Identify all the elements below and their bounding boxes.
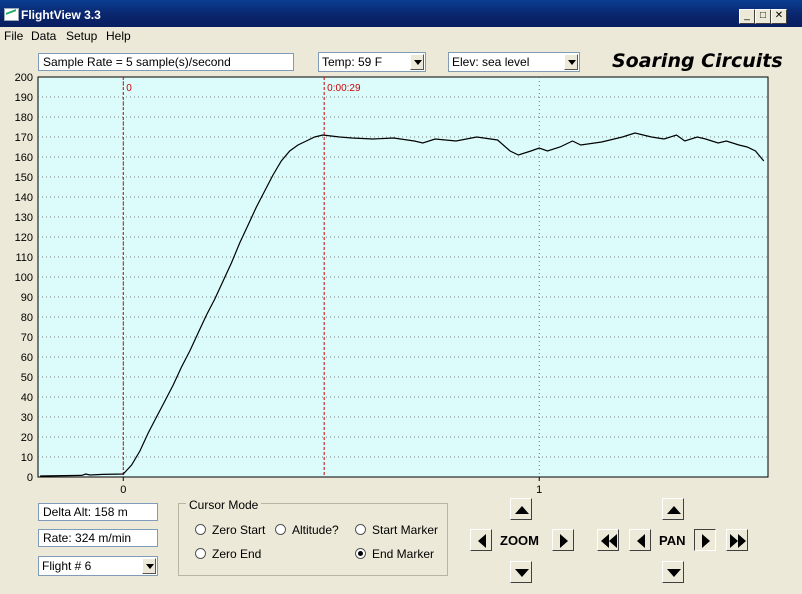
double-right-icon [730,534,746,548]
temp-value: Temp: 59 F [322,55,383,69]
altitude-chart[interactable]: 0102030405060708090100110120130140150160… [0,70,802,495]
y-tick-label: 40 [21,392,33,404]
y-tick-label: 200 [15,72,33,84]
triangle-left-icon [637,534,645,548]
triangle-down-icon [667,569,681,577]
y-tick-label: 0 [27,472,33,484]
y-tick-label: 30 [21,412,33,424]
y-tick-label: 70 [21,332,33,344]
x-tick-label: 1 [536,484,542,495]
triangle-up-icon [515,506,529,514]
triangle-right-icon [702,534,710,548]
flight-select[interactable]: Flight # 6 [38,556,158,576]
triangle-left-icon [478,534,486,548]
radio-zero-end[interactable]: Zero End [195,547,261,561]
cursor-mode-title: Cursor Mode [186,498,262,512]
y-tick-label: 190 [15,92,33,104]
temp-select[interactable]: Temp: 59 F [318,52,426,72]
y-tick-label: 140 [15,192,33,204]
zoom-left-button[interactable] [470,529,492,551]
y-tick-label: 120 [15,232,33,244]
y-tick-label: 130 [15,212,33,224]
zoom-up-button[interactable] [510,498,532,520]
zoom-label: ZOOM [500,533,539,548]
y-tick-label: 160 [15,152,33,164]
elevation-value: Elev: sea level [452,55,530,69]
radio-start-marker[interactable]: Start Marker [355,523,438,537]
brand-logo: Soaring Circuits [612,50,783,72]
y-axis-ticks: 0 10 20 30 40 50 60 70 80 90 100 110 120 130 140 150 160… [15,72,33,484]
y-tick-label: 180 [15,112,33,124]
radio-icon[interactable] [275,524,286,535]
y-tick-label: 10 [21,452,33,464]
pan-right-button[interactable] [694,529,716,551]
menu-help[interactable]: Help [106,29,131,43]
pan-left-button[interactable] [629,529,651,551]
zoom-down-button[interactable] [510,561,532,583]
menu-bar: File Data Setup Help [0,27,802,45]
radio-icon[interactable] [195,524,206,535]
radio-icon[interactable] [195,548,206,559]
rate-field: Rate: 324 m/min [38,529,158,547]
radio-end-marker[interactable]: End Marker [355,547,434,561]
radio-zero-start[interactable]: Zero Start [195,523,265,537]
chevron-down-icon[interactable] [142,558,156,574]
radio-label: Zero End [212,547,262,561]
x-tick-label: 0 [120,484,126,495]
y-tick-label: 50 [21,372,33,384]
end-marker-label: 0:00:29 [327,83,361,94]
radio-label: Altitude? [292,523,339,537]
menu-file[interactable]: File [4,29,23,43]
triangle-right-icon [560,534,568,548]
zoom-right-button[interactable] [552,529,574,551]
delta-alt-field: Delta Alt: 158 m [38,503,158,521]
y-tick-label: 90 [21,292,33,304]
radio-label: Start Marker [372,523,439,537]
y-tick-label: 60 [21,352,33,364]
y-tick-label: 150 [15,172,33,184]
triangle-down-icon [515,569,529,577]
y-tick-label: 80 [21,312,33,324]
radio-altitude[interactable]: Altitude? [275,523,339,537]
start-marker-label: 0 [126,83,132,94]
x-axis-ticks: 01 [120,477,542,495]
title-bar: FlightView 3.3 _ □ ✕ [0,0,802,27]
y-tick-label: 20 [21,432,33,444]
radio-label: Zero Start [212,523,266,537]
pan-down-button[interactable] [662,561,684,583]
menu-data[interactable]: Data [31,29,56,43]
y-tick-label: 100 [15,272,33,284]
y-tick-label: 170 [15,132,33,144]
radio-icon[interactable] [355,548,366,559]
minimize-button[interactable]: _ [739,9,755,24]
pan-fast-right-button[interactable] [726,529,748,551]
pan-label: PAN [659,533,686,548]
y-tick-label: 110 [15,252,33,264]
chevron-down-icon[interactable] [564,54,578,70]
close-button[interactable]: ✕ [771,9,787,24]
chevron-down-icon[interactable] [410,54,424,70]
app-icon [4,8,19,21]
radio-icon[interactable] [355,524,366,535]
pan-fast-left-button[interactable] [597,529,619,551]
triangle-up-icon [667,506,681,514]
flight-value: Flight # 6 [42,559,92,573]
pan-up-button[interactable] [662,498,684,520]
double-left-icon [601,534,617,548]
radio-label: End Marker [372,547,435,561]
cursor-mode-group [178,503,448,576]
menu-setup[interactable]: Setup [66,29,97,43]
window-title: FlightView 3.3 [21,8,101,22]
maximize-button[interactable]: □ [755,9,771,24]
elevation-select[interactable]: Elev: sea level [448,52,580,72]
sample-rate-field: Sample Rate = 5 sample(s)/second [38,53,294,71]
